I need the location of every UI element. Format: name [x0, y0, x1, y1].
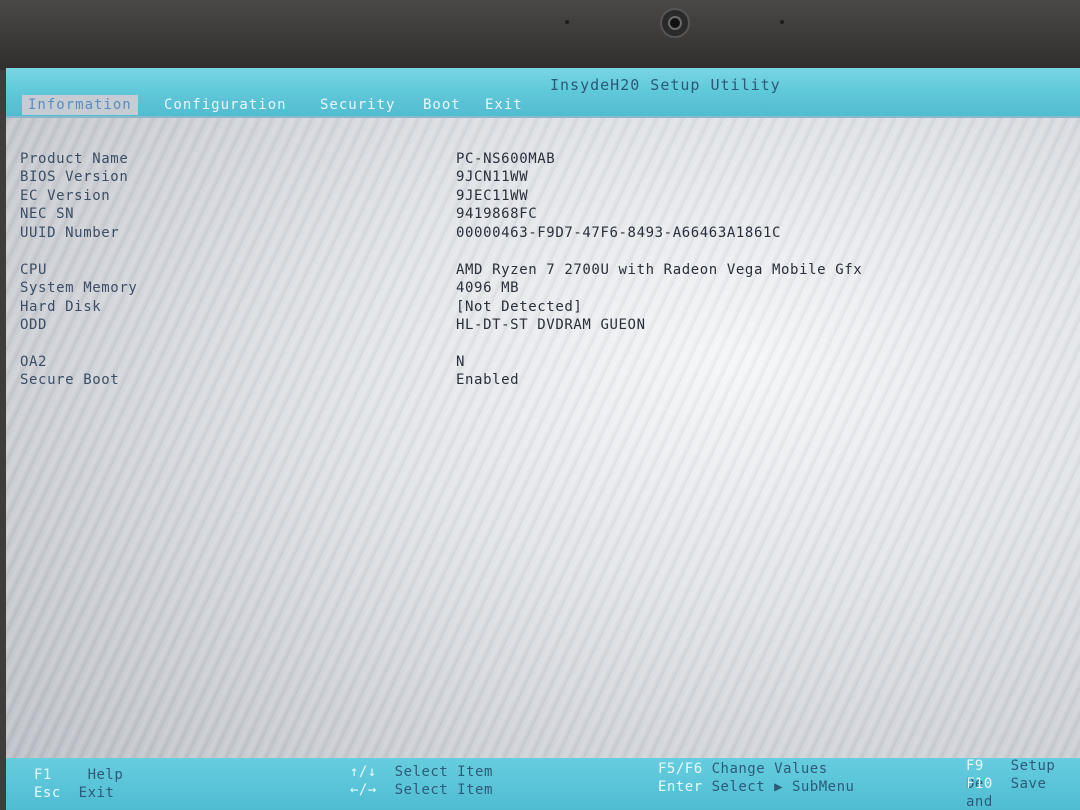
- odd-value: HL-DT-ST DVDRAM GUEON: [456, 317, 646, 333]
- nec-sn-label: NEC SN: [20, 206, 75, 222]
- cpu-label: CPU: [20, 262, 48, 278]
- submenu-hint[interactable]: Enter Select ▶ SubMenu: [658, 778, 854, 796]
- change-values-label: Change Values: [711, 761, 828, 777]
- oa2-value: N: [456, 354, 466, 370]
- tab-exit[interactable]: Exit: [485, 95, 523, 115]
- laptop-bezel: [0, 0, 1080, 70]
- hard-disk-value: [Not Detected]: [456, 299, 583, 315]
- system-memory-label: System Memory: [20, 280, 138, 296]
- select-item-label: Select Item: [394, 782, 493, 798]
- left-right-arrow-icon: ←/→: [350, 782, 377, 798]
- menu-divider: [6, 116, 1080, 118]
- select-item-updown-hint[interactable]: ↑/↓ Select Item: [350, 763, 493, 781]
- uuid-value: 00000463-F9D7-47F6-8493-A66463A1861C: [456, 225, 782, 241]
- key-help-bar: [6, 758, 1080, 810]
- f1-key: F1: [34, 767, 52, 783]
- secure-boot-label: Secure Boot: [20, 372, 120, 388]
- ec-version-value: 9JEC11WW: [456, 188, 529, 204]
- page-title: InsydeH20 Setup Utility: [550, 76, 781, 94]
- exit-label: Exit: [78, 785, 115, 801]
- secure-boot-value: Enabled: [456, 372, 520, 388]
- f9-key: F9: [966, 758, 984, 774]
- tab-security[interactable]: Security: [320, 95, 395, 115]
- select-item-label: Select Item: [394, 764, 493, 780]
- led-indicator: [565, 20, 569, 24]
- hard-disk-label: Hard Disk: [20, 299, 102, 315]
- enter-key: Enter: [658, 779, 703, 795]
- tab-boot[interactable]: Boot: [423, 95, 461, 115]
- odd-label: ODD: [20, 317, 48, 333]
- led-indicator: [780, 20, 784, 24]
- oa2-label: OA2: [20, 354, 48, 370]
- up-down-arrow-icon: ↑/↓: [350, 764, 377, 780]
- change-values-hint[interactable]: F5/F6 Change Values: [658, 760, 828, 778]
- tab-information[interactable]: Information: [22, 95, 138, 115]
- product-name-label: Product Name: [20, 151, 129, 167]
- system-memory-value: 4096 MB: [456, 280, 520, 296]
- bios-version-value: 9JCN11WW: [456, 169, 529, 185]
- bios-screen: InsydeH20 Setup Utility Information Conf…: [6, 68, 1080, 810]
- ec-version-label: EC Version: [20, 188, 111, 204]
- submenu-label: Select ▶ SubMenu: [711, 779, 855, 795]
- tab-configuration[interactable]: Configuration: [164, 95, 287, 115]
- exit-hint[interactable]: Esc Exit: [34, 784, 114, 802]
- esc-key: Esc: [34, 785, 61, 801]
- nec-sn-value: 9419868FC: [456, 206, 538, 222]
- webcam-icon: [660, 8, 690, 38]
- f5-f6-key: F5/F6: [658, 761, 703, 777]
- save-exit-hint[interactable]: F10 Save and: [966, 775, 1080, 810]
- help-hint[interactable]: F1 Help: [34, 766, 123, 784]
- select-item-leftright-hint[interactable]: ←/→ Select Item: [350, 781, 493, 799]
- product-name-value: PC-NS600MAB: [456, 151, 556, 167]
- title-bar: [6, 68, 1080, 94]
- cpu-value: AMD Ryzen 7 2700U with Radeon Vega Mobil…: [456, 262, 863, 278]
- bios-version-label: BIOS Version: [20, 169, 129, 185]
- f10-key: F10: [966, 776, 993, 792]
- help-label: Help: [87, 767, 124, 783]
- uuid-label: UUID Number: [20, 225, 120, 241]
